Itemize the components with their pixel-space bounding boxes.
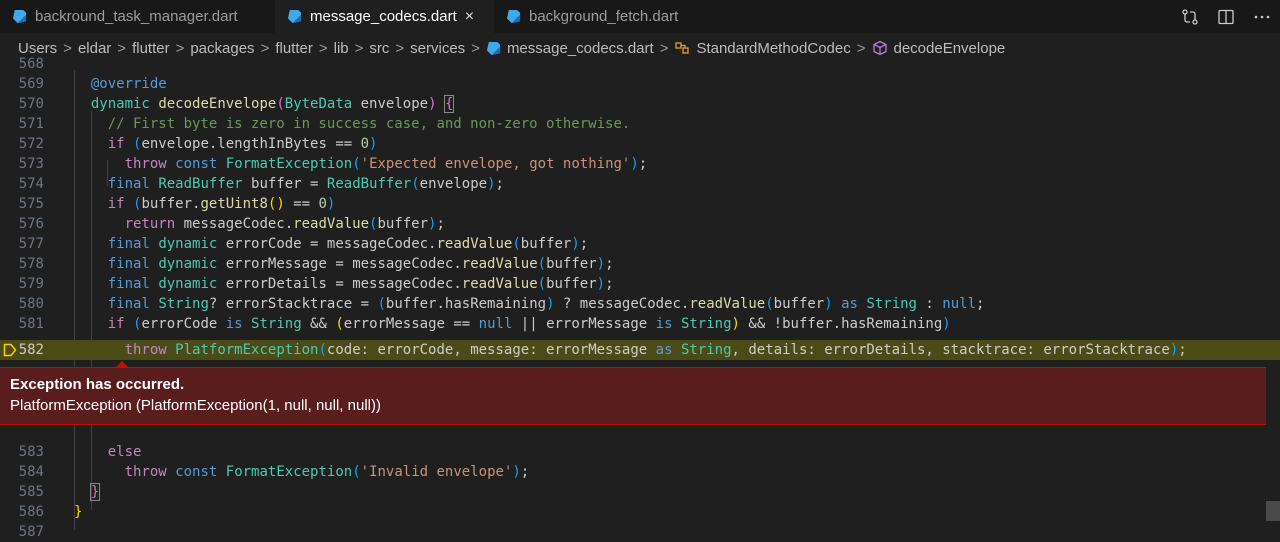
more-actions-icon[interactable] [1244, 0, 1280, 33]
line-number: 583 [18, 444, 44, 460]
code-line: 585 } [0, 482, 1280, 502]
line-number: 578 [18, 256, 44, 272]
line-number: 572 [18, 136, 44, 152]
tab-label: backround_task_manager.dart [35, 8, 238, 25]
code-text: if (envelope.lengthInBytes == 0) [107, 136, 378, 152]
split-editor-icon[interactable] [1208, 0, 1244, 33]
tab-bar: backround_task_manager.dart message_code… [0, 0, 1280, 33]
line-number: 573 [18, 156, 44, 172]
code-line: 572 if (envelope.lengthInBytes == 0) [0, 134, 1280, 154]
exception-title: Exception has occurred. [10, 376, 185, 393]
code-line: 569 @override [0, 74, 1280, 94]
code-text: throw PlatformException(code: errorCode,… [124, 342, 1187, 358]
dart-icon [287, 9, 302, 24]
code-line: 574 final ReadBuffer buffer = ReadBuffer… [0, 174, 1280, 194]
code-line: 578 final dynamic errorMessage = message… [0, 254, 1280, 274]
line-number: 571 [18, 116, 44, 132]
line-number: 577 [18, 236, 44, 252]
code-text: final dynamic errorCode = messageCodec.r… [107, 236, 589, 252]
code-line: 568 [0, 54, 1280, 74]
dart-icon [12, 9, 27, 24]
tab-background-fetch[interactable]: background_fetch.dart [494, 0, 718, 33]
code-line: 575 if (buffer.getUint8() == 0) [0, 194, 1280, 214]
code-text: final ReadBuffer buffer = ReadBuffer(env… [107, 176, 504, 192]
code-text: else [107, 444, 142, 460]
line-number: 569 [18, 76, 44, 92]
code-text: return messageCodec.readValue(buffer); [124, 216, 445, 232]
code-line: 587 [0, 522, 1280, 542]
code-text: if (buffer.getUint8() == 0) [107, 196, 336, 212]
line-number: 582 [18, 342, 44, 358]
code-line: 577 final dynamic errorCode = messageCod… [0, 234, 1280, 254]
line-number: 585 [18, 484, 44, 500]
code-text: final String? errorStacktrace = (buffer.… [107, 296, 985, 312]
line-number: 576 [18, 216, 44, 232]
code-text: final dynamic errorMessage = messageCode… [107, 256, 614, 272]
current-exception-line: 582 throw PlatformException(code: errorC… [0, 340, 1280, 360]
code-line: 570 dynamic decodeEnvelope(ByteData enve… [0, 94, 1280, 114]
scrollbar[interactable] [1266, 501, 1280, 521]
line-number: 574 [18, 176, 44, 192]
line-number: 586 [18, 504, 44, 520]
code-text: @override [90, 76, 167, 92]
line-number: 584 [18, 464, 44, 480]
line-number: 580 [18, 296, 44, 312]
compare-changes-icon[interactable] [1172, 0, 1208, 33]
code-text: if (errorCode is String && (errorMessage… [107, 316, 951, 332]
code-line: 576 return messageCodec.readValue(buffer… [0, 214, 1280, 234]
tab-backround-task-manager[interactable]: backround_task_manager.dart [0, 0, 275, 33]
code-text: dynamic decodeEnvelope(ByteData envelope… [90, 95, 455, 113]
tab-message-codecs[interactable]: message_codecs.dart × [275, 0, 494, 33]
code-text: } [89, 483, 101, 501]
line-number: 579 [18, 276, 44, 292]
close-icon[interactable]: × [465, 8, 474, 26]
line-number: 570 [18, 96, 44, 112]
code-line: 586} [0, 502, 1280, 522]
code-line: 584 throw const FormatException('Invalid… [0, 462, 1280, 482]
exception-widget: Exception has occurred. PlatformExceptio… [0, 367, 1266, 425]
code-text: throw const FormatException('Invalid env… [124, 464, 530, 480]
code-text: final dynamic errorDetails = messageCode… [107, 276, 614, 292]
line-number: 587 [18, 524, 44, 540]
line-number: 568 [18, 56, 44, 72]
code-editor[interactable]: 568 569 @override 570 dynamic decodeEnve… [0, 56, 1280, 542]
code-line: 580 final String? errorStacktrace = (buf… [0, 294, 1280, 314]
tab-label: message_codecs.dart [310, 8, 457, 25]
line-number: 575 [18, 196, 44, 212]
tab-label: background_fetch.dart [529, 8, 679, 25]
code-line: 583 else [0, 442, 1280, 462]
editor-actions [1172, 0, 1280, 33]
dart-icon [506, 9, 521, 24]
code-line: 573 throw const FormatException('Expecte… [0, 154, 1280, 174]
code-line: 581 if (errorCode is String && (errorMes… [0, 314, 1280, 334]
line-number: 581 [18, 316, 44, 332]
code-line: 579 final dynamic errorDetails = message… [0, 274, 1280, 294]
code-text: } [74, 504, 83, 520]
exception-detail: PlatformException (PlatformException(1, … [10, 397, 381, 414]
code-line: 571 // First byte is zero in success cas… [0, 114, 1280, 134]
code-text: // First byte is zero in success case, a… [107, 116, 631, 132]
code-text: throw const FormatException('Expected en… [124, 156, 648, 172]
